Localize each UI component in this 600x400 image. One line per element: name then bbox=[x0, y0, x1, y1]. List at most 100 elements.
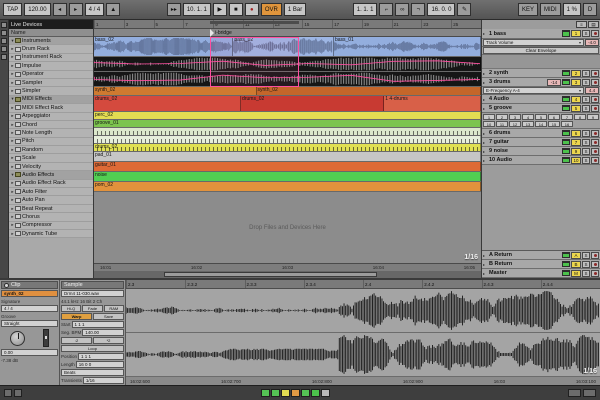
browser-folder-row[interactable]: ▾MIDI Effects bbox=[9, 96, 93, 104]
automation-value-field[interactable]: -4.0 bbox=[585, 39, 599, 46]
browser-device-row[interactable]: ▸Audio Effect Rack bbox=[9, 180, 93, 188]
sample-timeline[interactable]: 2.32.3.22.3.32.3.42.42.4.22.4.32.4.4 bbox=[126, 280, 600, 289]
quantization-menu[interactable]: 1 Bar bbox=[284, 3, 306, 16]
browser-tab-files3[interactable] bbox=[1, 54, 7, 60]
track-header[interactable]: ▸9 noise9S bbox=[482, 147, 600, 156]
clip[interactable] bbox=[94, 128, 481, 135]
clip[interactable]: perc_02 bbox=[94, 112, 481, 119]
track-header[interactable]: ▸MasterMS bbox=[482, 269, 600, 278]
solo-button[interactable]: S bbox=[582, 70, 590, 77]
unfold-track-icon[interactable]: ▸ bbox=[483, 97, 488, 102]
waveform-left-channel[interactable] bbox=[126, 289, 600, 333]
solo-button[interactable]: S bbox=[582, 105, 590, 112]
locator[interactable]: i-bridge bbox=[210, 29, 232, 36]
unfold-track-icon[interactable]: ▸ bbox=[483, 149, 488, 154]
scrollbar-thumb[interactable] bbox=[164, 272, 377, 277]
automation-value-field[interactable]: 4.4 bbox=[585, 87, 599, 94]
pad-cell[interactable]: 14 bbox=[535, 121, 547, 127]
arm-button[interactable] bbox=[591, 130, 599, 137]
track-header[interactable]: ▸10 Audio10S bbox=[482, 156, 600, 165]
track-activator[interactable]: 1 bbox=[571, 30, 581, 37]
clip-activator-icon[interactable] bbox=[4, 283, 9, 288]
pad-cell[interactable]: 9 bbox=[587, 114, 599, 120]
track-header[interactable]: ▸7 guitar7S bbox=[482, 138, 600, 147]
automation-chooser[interactable]: Track Volume▾ bbox=[483, 39, 584, 46]
browser-device-row[interactable]: ▸Chorus bbox=[9, 213, 93, 221]
io-toggle-button[interactable]: ▤ bbox=[588, 21, 599, 28]
browser-device-row[interactable]: ▸Instrument Rack bbox=[9, 54, 93, 62]
solo-button[interactable]: S bbox=[582, 252, 590, 259]
follow-button[interactable]: ▸▸ bbox=[167, 3, 181, 16]
overdub-button[interactable]: OVR bbox=[261, 3, 282, 16]
track-activator[interactable]: 4 bbox=[571, 96, 581, 103]
groove-chooser[interactable]: Straight bbox=[1, 320, 58, 327]
solo-button[interactable]: S bbox=[582, 139, 590, 146]
browser-device-row[interactable]: ▸Note Length bbox=[9, 129, 93, 137]
pad-cell[interactable]: 3 bbox=[509, 114, 521, 120]
clip[interactable] bbox=[94, 136, 481, 143]
track-header[interactable]: ▸5 groove5S bbox=[482, 104, 600, 113]
browser-folder-row[interactable]: ▾Instruments bbox=[9, 37, 93, 45]
browser-device-row[interactable]: ▸Compressor bbox=[9, 222, 93, 230]
arm-button[interactable] bbox=[591, 30, 599, 37]
arrangement-position-field[interactable]: 10. 1. 1 bbox=[183, 3, 211, 16]
unfold-track-icon[interactable]: ▸ bbox=[483, 158, 488, 163]
track-header[interactable]: ▸6 drums6S bbox=[482, 129, 600, 138]
punch-in-button[interactable]: ⌐ bbox=[379, 3, 393, 16]
pad-cell[interactable]: 7 bbox=[561, 114, 573, 120]
arm-button[interactable] bbox=[591, 157, 599, 164]
warp-button[interactable]: Warp bbox=[61, 313, 92, 320]
loop-button[interactable]: ∞ bbox=[395, 3, 409, 16]
clip[interactable]: drums_02 bbox=[94, 144, 481, 151]
loop-position-field[interactable]: 1 1 1 bbox=[78, 353, 124, 360]
metronome-button[interactable]: ▲ bbox=[106, 3, 120, 16]
track-activator[interactable]: B bbox=[571, 261, 581, 268]
arm-button[interactable] bbox=[591, 105, 599, 112]
pad-cell[interactable]: 10 bbox=[483, 121, 495, 127]
clip[interactable] bbox=[94, 72, 481, 86]
clip[interactable]: bass_02 bbox=[94, 37, 233, 56]
browser-folder-row[interactable]: ▾Audio Effects bbox=[9, 171, 93, 179]
loop-brace[interactable] bbox=[210, 21, 299, 24]
arm-button[interactable] bbox=[591, 79, 599, 86]
automation-chooser[interactable]: E-Frequency A-4▾ bbox=[483, 87, 584, 94]
solo-button[interactable]: S bbox=[582, 79, 590, 86]
browser-tab-files1[interactable] bbox=[1, 38, 7, 44]
browser-device-row[interactable]: ▸Scale bbox=[9, 154, 93, 162]
browser-device-row[interactable]: ▸Impulse bbox=[9, 62, 93, 70]
pad-cell[interactable]: 12 bbox=[509, 121, 521, 127]
track-header[interactable]: ▸1 bass1S bbox=[482, 29, 600, 39]
arm-button[interactable] bbox=[591, 139, 599, 146]
track-activator[interactable]: 10 bbox=[571, 157, 581, 164]
save-button[interactable]: Save bbox=[93, 313, 124, 320]
track-activator[interactable]: M bbox=[571, 270, 581, 277]
solo-button[interactable]: S bbox=[582, 148, 590, 155]
nudge-up-button[interactable]: ▸ bbox=[69, 3, 83, 16]
loop-length-field[interactable]: 16. 0. 0 bbox=[427, 3, 455, 16]
clip[interactable]: pad_01 bbox=[94, 152, 481, 161]
clip[interactable]: drums_02 bbox=[94, 96, 241, 111]
clip[interactable]: groove_01 bbox=[94, 120, 481, 127]
loop-length-field[interactable]: 16 0 0 bbox=[76, 361, 124, 368]
clip[interactable]: drums_02 bbox=[241, 96, 384, 111]
detune-field[interactable]: 0.00 bbox=[1, 349, 58, 356]
record-button[interactable]: ● bbox=[245, 3, 259, 16]
track-activator[interactable]: 2 bbox=[571, 70, 581, 77]
browser-tab-files2[interactable] bbox=[1, 46, 7, 52]
clip[interactable]: synth_02 bbox=[94, 87, 257, 95]
browser-device-row[interactable]: ▸Simpler bbox=[9, 87, 93, 95]
browser-device-row[interactable]: ▸Operator bbox=[9, 71, 93, 79]
nudge-down-button[interactable]: ◂ bbox=[53, 3, 67, 16]
clip[interactable]: bass_01 bbox=[334, 37, 481, 56]
arm-button[interactable] bbox=[591, 270, 599, 277]
browser-device-row[interactable]: ▸MIDI Effect Rack bbox=[9, 104, 93, 112]
browser-device-row[interactable]: ▸Auto Filter bbox=[9, 188, 93, 196]
solo-button[interactable]: S bbox=[582, 157, 590, 164]
clip[interactable]: bass_02 bbox=[233, 37, 334, 56]
track-header[interactable]: ▸3 drums-143S bbox=[482, 78, 600, 87]
track-header[interactable]: ▸2 synth2S bbox=[482, 69, 600, 78]
browser-device-row[interactable]: ▸Arpeggiator bbox=[9, 113, 93, 121]
arm-button[interactable] bbox=[591, 148, 599, 155]
pad-cell[interactable]: 5 bbox=[535, 114, 547, 120]
browser-device-row[interactable]: ▸Dynamic Tube bbox=[9, 230, 93, 238]
